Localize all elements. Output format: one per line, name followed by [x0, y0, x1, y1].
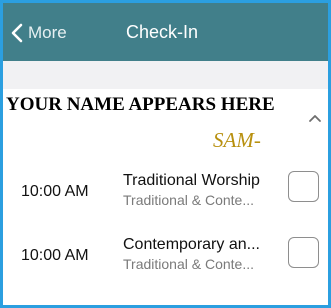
user-name-heading: YOUR NAME APPEARS HERE	[6, 94, 275, 115]
section-spacer	[3, 61, 328, 89]
signature-text: SAM-	[213, 128, 261, 152]
service-title: Traditional Worship	[123, 172, 260, 189]
service-time: 10:00 AM	[21, 247, 89, 264]
service-row[interactable]: 10:00 AM Contemporary an... Traditional …	[3, 227, 328, 291]
service-checkbox[interactable]	[288, 237, 319, 268]
service-row[interactable]: 10:00 AM Traditional Worship Traditional…	[3, 163, 328, 227]
service-subtitle: Traditional & Conte...	[123, 192, 254, 208]
app-frame: More Check-In YOUR NAME APPEARS HERE SAM…	[0, 0, 331, 308]
chevron-up-icon[interactable]	[308, 111, 322, 123]
page-title: Check-In	[126, 22, 199, 42]
service-title: Contemporary an...	[123, 236, 260, 253]
service-time: 10:00 AM	[21, 183, 89, 200]
service-subtitle: Traditional & Conte...	[123, 256, 254, 272]
back-button[interactable]: More	[11, 17, 67, 49]
navigation-bar: More Check-In	[3, 3, 328, 61]
service-checkbox[interactable]	[288, 171, 319, 202]
back-label: More	[28, 23, 67, 42]
chevron-left-icon	[11, 23, 23, 43]
